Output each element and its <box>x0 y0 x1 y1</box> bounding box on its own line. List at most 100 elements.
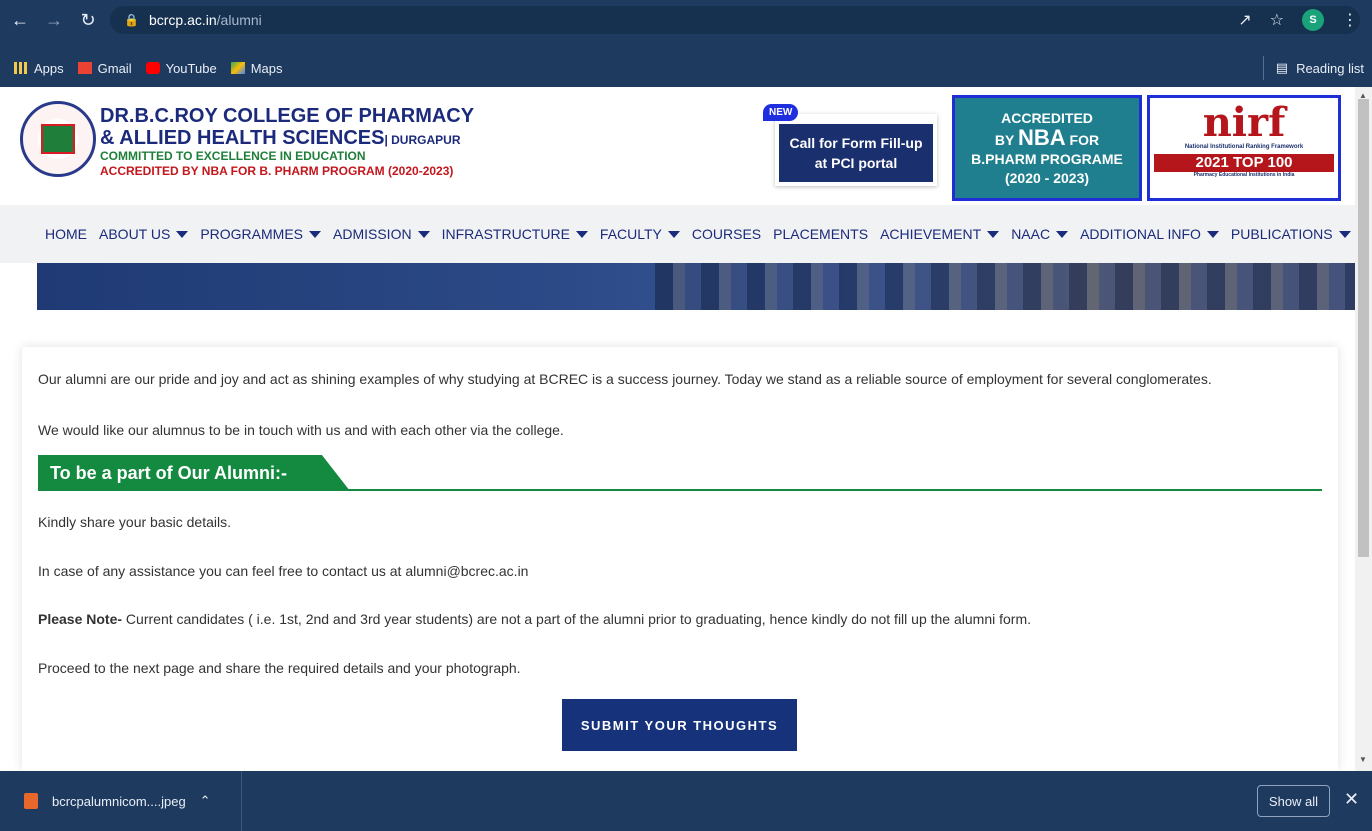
nba-line2-big: NBA <box>1017 124 1066 150</box>
reload-icon[interactable]: ↻ <box>74 10 102 31</box>
college-city: | DURGAPUR <box>384 133 461 147</box>
submit-thoughts-button[interactable]: SUBMIT YOUR THOUGHTS <box>562 699 797 751</box>
nav-achievement[interactable]: ACHIEVEMENT <box>880 226 1000 242</box>
profile-avatar[interactable]: S <box>1302 9 1324 31</box>
pci-line2: at PCI portal <box>814 155 898 171</box>
nav-label: PROGRAMMES <box>200 226 303 242</box>
note-text: Current candidates ( i.e. 1st, 2nd and 3… <box>122 611 1032 627</box>
pci-banner: Call for Form Fill-up at PCI portal <box>779 124 933 182</box>
section-divider <box>38 489 1322 491</box>
scrollbar-thumb[interactable] <box>1358 99 1369 557</box>
youtube-icon <box>145 62 160 74</box>
pci-line1: Call for Form Fill-up <box>789 135 923 151</box>
caret-down-icon <box>987 230 1000 238</box>
url-host: bcrcp.ac.in <box>148 12 217 28</box>
nav-naac[interactable]: NAAC <box>1011 226 1069 242</box>
logo-emblem <box>41 124 75 154</box>
bookmarks-bar: Apps Gmail YouTube Maps <box>0 56 1372 80</box>
nav-placements[interactable]: PLACEMENTS <box>773 226 868 242</box>
site-header: DR.B.C.ROY COLLEGE OF PHARMACY & ALLIED … <box>0 87 1355 205</box>
nirf-footer: Pharmacy Educational Institutions in Ind… <box>1193 172 1295 178</box>
nav-label: COURSES <box>691 226 762 242</box>
share-paragraph: Kindly share your basic details. <box>38 514 231 530</box>
address-bar[interactable]: 🔒 bcrcp.ac.in /alumni <box>110 6 1360 34</box>
reading-list-icon: ▤ <box>1275 60 1289 75</box>
nav-courses[interactable]: COURSES <box>692 226 761 242</box>
caret-down-icon <box>417 230 430 238</box>
caret-down-icon <box>1338 230 1351 238</box>
caret-down-icon <box>176 230 189 238</box>
download-item[interactable]: bcrcpalumnicom....jpeg ⌃ <box>0 771 242 831</box>
caret-down-icon <box>575 230 588 238</box>
nav-admission[interactable]: ADMISSION <box>333 226 430 242</box>
bookmark-label: Gmail <box>97 60 132 76</box>
nirf-ranking-badge[interactable]: nirf National Institutional Ranking Fram… <box>1147 95 1341 201</box>
nav-label: ABOUT US <box>99 226 171 242</box>
bookmark-label: YouTube <box>165 60 217 76</box>
download-shelf: bcrcpalumnicom....jpeg ⌃ Show all ✕ <box>0 771 1372 831</box>
nav-label: FACULTY <box>599 226 662 242</box>
note-paragraph: Please Note- Current candidates ( i.e. 1… <box>38 611 1031 627</box>
back-icon[interactable]: ← <box>6 10 34 31</box>
forward-icon[interactable]: → <box>40 10 68 31</box>
browser-toolbar: ← → ↻ 🔒 bcrcp.ac.in /alumni ↗ ☆ S ⋮ Apps… <box>0 0 1372 87</box>
show-all-downloads-button[interactable]: Show all <box>1257 785 1330 817</box>
close-icon[interactable]: ✕ <box>1344 789 1359 810</box>
nav-additional-info[interactable]: ADDITIONAL INFO <box>1080 226 1219 242</box>
maps-icon <box>230 62 245 74</box>
college-logo[interactable] <box>20 101 96 177</box>
nav-faculty[interactable]: FACULTY <box>600 226 680 242</box>
omnibar-row: ← → ↻ 🔒 bcrcp.ac.in /alumni ↗ ☆ S ⋮ <box>0 0 1372 40</box>
intro-paragraph: Our alumni are our pride and joy and act… <box>38 371 1212 387</box>
nav-infrastructure[interactable]: INFRASTRUCTURE <box>442 226 588 242</box>
reading-list-button[interactable]: ▤ Reading list <box>1262 56 1364 80</box>
bookmark-star-icon[interactable]: ☆ <box>1270 10 1284 30</box>
gmail-icon <box>77 62 92 74</box>
nav-label: ACHIEVEMENT <box>880 226 982 242</box>
menu-kebab-icon[interactable]: ⋮ <box>1342 10 1358 30</box>
chevron-up-icon[interactable]: ⌃ <box>200 793 211 809</box>
nav-about-us[interactable]: ABOUT US <box>99 226 189 242</box>
pci-announcement[interactable]: Call for Form Fill-up at PCI portal NEW <box>763 104 937 186</box>
alumni-content-card: Our alumni are our pride and joy and act… <box>22 347 1338 771</box>
college-name-line1: DR.B.C.ROY COLLEGE OF PHARMACY <box>100 105 475 127</box>
toolbar-actions: ↗ ☆ S ⋮ <box>1238 6 1358 34</box>
reading-list-label: Reading list <box>1296 60 1364 76</box>
college-name: DR.B.C.ROY COLLEGE OF PHARMACY & ALLIED … <box>100 105 474 151</box>
nav-publications[interactable]: PUBLICATIONS <box>1231 226 1351 242</box>
image-file-icon <box>24 793 38 809</box>
nirf-rank: 2021 TOP 100 <box>1154 154 1334 172</box>
apps-grid-icon <box>14 62 28 74</box>
nirf-logo: nirf <box>1202 99 1286 146</box>
nirf-subtitle: National Institutional Ranking Framework <box>1184 144 1304 150</box>
bookmark-label: Apps <box>34 60 64 76</box>
note-label: Please Note- <box>38 611 123 627</box>
nav-label: ADMISSION <box>333 226 412 242</box>
lock-icon: 🔒 <box>124 13 139 27</box>
page-scrollbar[interactable]: ▲ ▼ <box>1355 87 1372 771</box>
scroll-down-icon[interactable]: ▼ <box>1359 755 1367 764</box>
bookmark-gmail[interactable]: Gmail <box>77 60 132 76</box>
download-file-name: bcrcpalumnicom....jpeg <box>52 793 186 809</box>
banner-crowd-photo <box>655 263 1355 310</box>
nav-label: NAAC <box>1011 226 1051 242</box>
nba-accreditation-badge[interactable]: ACCREDITED BY NBA FOR B.PHARM PROGRAME (… <box>952 95 1142 201</box>
college-name-line2: & ALLIED HEALTH SCIENCES <box>100 127 385 149</box>
nba-line2-post: FOR <box>1065 131 1100 148</box>
touch-paragraph: We would like our alumnus to be in touch… <box>38 422 564 438</box>
nba-line2-pre: BY <box>994 131 1018 148</box>
college-tagline: COMMITTED TO EXCELLENCE IN EDUCATION <box>100 149 366 163</box>
nav-label: INFRASTRUCTURE <box>441 226 570 242</box>
accreditation-line: ACCREDITED BY NBA FOR B. PHARM PROGRAM (… <box>100 164 454 178</box>
nba-line3: B.PHARM PROGRAME <box>971 150 1123 167</box>
nav-programmes[interactable]: PROGRAMMES <box>200 226 321 242</box>
bookmark-maps[interactable]: Maps <box>230 60 283 76</box>
caret-down-icon <box>667 230 680 238</box>
share-icon[interactable]: ↗ <box>1238 10 1251 30</box>
main-navigation: HOME ABOUT US PROGRAMMES ADMISSION INFRA… <box>0 205 1355 263</box>
caret-down-icon <box>309 230 321 238</box>
bookmark-apps[interactable]: Apps <box>14 61 64 76</box>
nav-home[interactable]: HOME <box>45 226 87 242</box>
bookmark-label: Maps <box>250 60 283 76</box>
bookmark-youtube[interactable]: YouTube <box>145 60 217 76</box>
